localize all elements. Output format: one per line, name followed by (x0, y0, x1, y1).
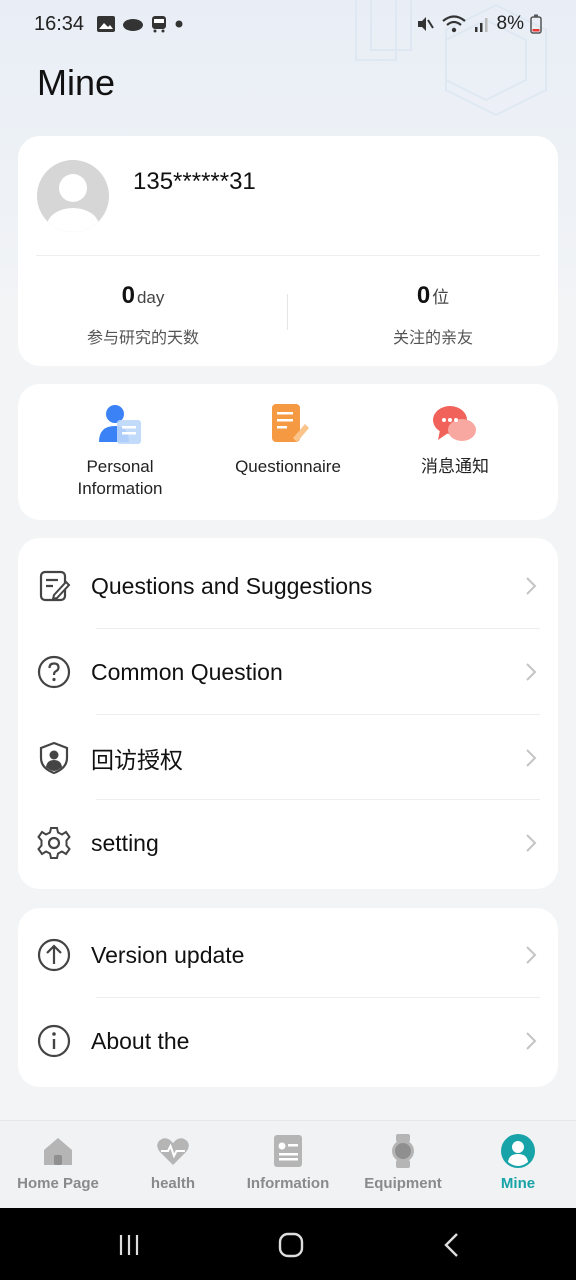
questionnaire-icon (272, 404, 309, 442)
nav-item-equipment[interactable]: Equipment (345, 1133, 461, 1192)
chevron-right-icon (526, 946, 537, 964)
nav-item-information[interactable]: Information (230, 1133, 346, 1192)
nav-label: Equipment (364, 1175, 442, 1192)
bus-icon (152, 16, 167, 33)
menu-item-questions-and-suggestions[interactable]: Questions and Suggestions (18, 543, 558, 629)
user-phone: 135******31 (133, 168, 256, 195)
stat-unit: 位 (432, 288, 450, 307)
stat-label: 参与研究的天数 (86, 330, 199, 347)
question-circle-icon (37, 655, 71, 689)
menu-group-1: Questions and Suggestions Common Questio… (18, 538, 558, 889)
quick-action-personal-information[interactable]: Personal Information (40, 402, 200, 500)
signal-icon (474, 18, 488, 32)
page-title: Mine (37, 62, 116, 103)
quick-action-label: 消息通知 (421, 457, 489, 476)
user-icon (501, 1134, 535, 1168)
heart-pulse-icon (157, 1138, 189, 1165)
watch-icon (392, 1134, 414, 1168)
home-icon (44, 1138, 72, 1165)
menu-item-setting[interactable]: setting (18, 800, 558, 886)
stat-value: 0 (416, 282, 431, 309)
stat-value: 0 (121, 282, 135, 309)
nav-item-mine[interactable]: Mine (460, 1133, 576, 1192)
default-avatar-icon (37, 160, 109, 232)
back-icon[interactable] (437, 1230, 467, 1260)
quick-action-label: Questionnaire (235, 457, 341, 476)
battery-percentage: 8% (496, 13, 524, 34)
quick-action-label: Information (77, 479, 163, 498)
arrow-up-circle-icon (37, 938, 71, 972)
menu-item-label: Questions and Suggestions (91, 572, 373, 599)
menu-item-label: Common Question (91, 658, 283, 685)
dot-icon (175, 20, 183, 28)
quick-action-message-notification[interactable]: 消息通知 (375, 402, 535, 478)
stat-followed-relatives[interactable]: 0位 关注的亲友 (308, 282, 558, 348)
wifi-icon (441, 15, 466, 33)
bottom-navigation: Home Page health Information Equipment M… (0, 1120, 576, 1208)
menu-item-label: 回访授权 (91, 747, 183, 773)
menu-item-follow-up-authorization[interactable]: 回访授权 (18, 715, 558, 801)
menu-item-version-update[interactable]: Version update (18, 912, 558, 998)
menu-group-2: Version update About the (18, 908, 558, 1087)
feedback-edit-icon (39, 570, 71, 602)
shield-user-icon (39, 741, 69, 775)
nav-label: health (150, 1175, 196, 1192)
mute-icon (417, 17, 434, 31)
chevron-right-icon (526, 834, 537, 852)
chevron-right-icon (526, 1032, 537, 1050)
info-circle-icon (37, 1024, 71, 1058)
cloud-icon (123, 19, 144, 31)
status-bar: 16:34 8% (0, 0, 576, 48)
menu-item-common-question[interactable]: Common Question (18, 629, 558, 715)
profile-card: 135******31 0 day 参与研究的天数 0位 关注的亲友 (18, 136, 558, 366)
battery-icon (530, 14, 542, 34)
system-navigation-bar (0, 1208, 576, 1280)
nav-label: Information (246, 1175, 330, 1192)
home-button-icon[interactable] (276, 1230, 306, 1260)
quick-action-questionnaire[interactable]: Questionnaire (208, 402, 368, 478)
nav-item-home-page[interactable]: Home Page (0, 1133, 116, 1192)
stat-research-days[interactable]: 0 day 参与研究的天数 (18, 282, 268, 348)
nav-item-health[interactable]: health (115, 1133, 231, 1192)
nav-label: Mine (500, 1175, 536, 1192)
divider (36, 255, 540, 256)
avatar[interactable] (37, 160, 109, 232)
status-time: 16:34 (34, 12, 85, 35)
chevron-right-icon (526, 577, 537, 595)
stat-unit: day (136, 288, 165, 307)
chevron-right-icon (526, 749, 537, 767)
message-notification-icon (433, 406, 476, 441)
menu-item-label: Version update (91, 941, 245, 968)
menu-item-about[interactable]: About the (18, 998, 558, 1084)
gallery-icon (97, 16, 116, 32)
recent-apps-icon[interactable] (114, 1230, 144, 1260)
stat-label: 关注的亲友 (392, 330, 473, 347)
menu-item-label: About the (91, 1027, 190, 1054)
chevron-right-icon (526, 663, 537, 681)
quick-action-label: Personal (86, 457, 154, 476)
menu-item-label: setting (91, 829, 159, 856)
divider (287, 294, 288, 330)
quick-actions-card: Personal Information Questionnaire 消息通知 (18, 384, 558, 520)
gear-icon (37, 827, 71, 859)
personal-info-icon (99, 405, 141, 444)
news-icon (274, 1135, 302, 1167)
nav-label: Home Page (17, 1175, 99, 1192)
